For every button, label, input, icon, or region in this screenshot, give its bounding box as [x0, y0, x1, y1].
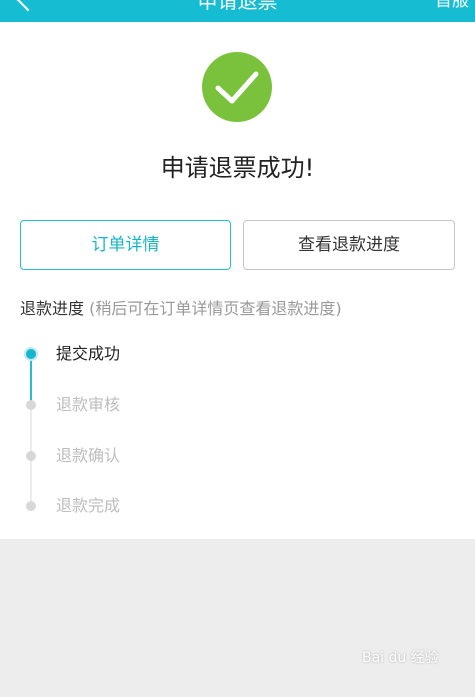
step-label: 退款完成: [56, 496, 121, 515]
step-pending-dot-icon: [26, 501, 36, 511]
step-pending-dot-icon: [26, 400, 36, 410]
timeline-step: 退款确认: [0, 445, 475, 469]
page-title: 申请退票: [197, 0, 278, 13]
baidu-jingyan-watermark: Bai du 经验: [362, 650, 439, 666]
step-label: 退款审核: [56, 395, 121, 414]
timeline-step: 退款完成: [0, 495, 475, 519]
step-label: 退款确认: [56, 446, 121, 465]
step-label: 提交成功: [56, 344, 121, 363]
refund-timeline: 提交成功 退款审核 退款确认 退款完成: [0, 22, 475, 539]
header-right-action[interactable]: 首服: [435, 0, 469, 16]
main-content: 申请退票成功! 订单详情 查看退款进度 退款进度 (稍后可在订单详情页查看退款进…: [0, 22, 475, 539]
top-bar: 申请退票 首服: [0, 0, 475, 22]
step-pending-dot-icon: [26, 451, 36, 461]
timeline-step: 退款审核: [0, 394, 475, 418]
step-done-dot-icon: [26, 349, 36, 359]
timeline-step: 提交成功: [0, 343, 475, 367]
